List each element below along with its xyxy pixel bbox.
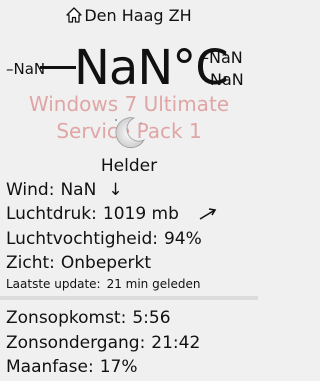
- last-update-value: 21 min geleden: [106, 277, 201, 291]
- visibility-label: Zicht:: [6, 253, 55, 273]
- sunrise-row: Zonsopkomst: 5:56: [6, 308, 171, 328]
- wind-row: Wind: NaN ↓: [6, 180, 123, 200]
- sunset-value: 21:42: [151, 333, 201, 353]
- temp-low-value: –NaN: [6, 60, 46, 78]
- location-name: Den Haag ZH: [84, 6, 192, 25]
- moonphase-value: 17%: [99, 357, 138, 377]
- last-update-label: Laatste update:: [6, 277, 101, 291]
- divider: [0, 296, 258, 300]
- temp-dash: [40, 66, 76, 69]
- visibility-value: Onbeperkt: [60, 253, 152, 273]
- home-icon: [66, 7, 83, 27]
- pressure-label: Luchtdruk:: [6, 204, 97, 224]
- sunrise-value: 5:56: [132, 308, 171, 328]
- sunrise-label: Zonsopkomst:: [6, 308, 127, 328]
- condition-label: Helder: [100, 156, 158, 176]
- visibility-row: Zicht: Onbeperkt: [6, 253, 151, 273]
- wind-value: NaN: [60, 180, 97, 200]
- location-header[interactable]: Den Haag ZH: [0, 6, 258, 27]
- wind-direction-arrow-icon: ↓: [108, 180, 123, 200]
- moonphase-label: Maanfase:: [6, 357, 94, 377]
- humidity-row: Luchtvochtigheid: 94%: [6, 229, 202, 249]
- pressure-value: 1019 mb: [102, 204, 179, 224]
- moonphase-row: Maanfase: 17%: [6, 357, 138, 377]
- sunset-label: Zonsondergang:: [6, 333, 146, 353]
- wind-label: Wind:: [6, 180, 55, 200]
- humidity-label: Luchtvochtigheid:: [6, 229, 158, 249]
- moon-icon: [110, 114, 148, 156]
- temp-high-value: –NaN: [201, 48, 243, 67]
- last-update: Laatste update: 21 min geleden: [6, 277, 200, 291]
- current-temperature: NaN°C: [74, 40, 229, 96]
- watermark-line-1: Windows 7 Ultimate: [28, 92, 230, 116]
- humidity-value: 94%: [163, 229, 202, 249]
- pressure-row: Luchtdruk: 1019 mb: [6, 204, 179, 224]
- pressure-trend-arrow-icon: [198, 206, 218, 225]
- temp-feels-value: NaN: [210, 70, 244, 89]
- weather-gadget: Den Haag ZH –NaN NaN°C –NaN NaN Windows …: [0, 0, 258, 381]
- sunset-row: Zonsondergang: 21:42: [6, 333, 200, 353]
